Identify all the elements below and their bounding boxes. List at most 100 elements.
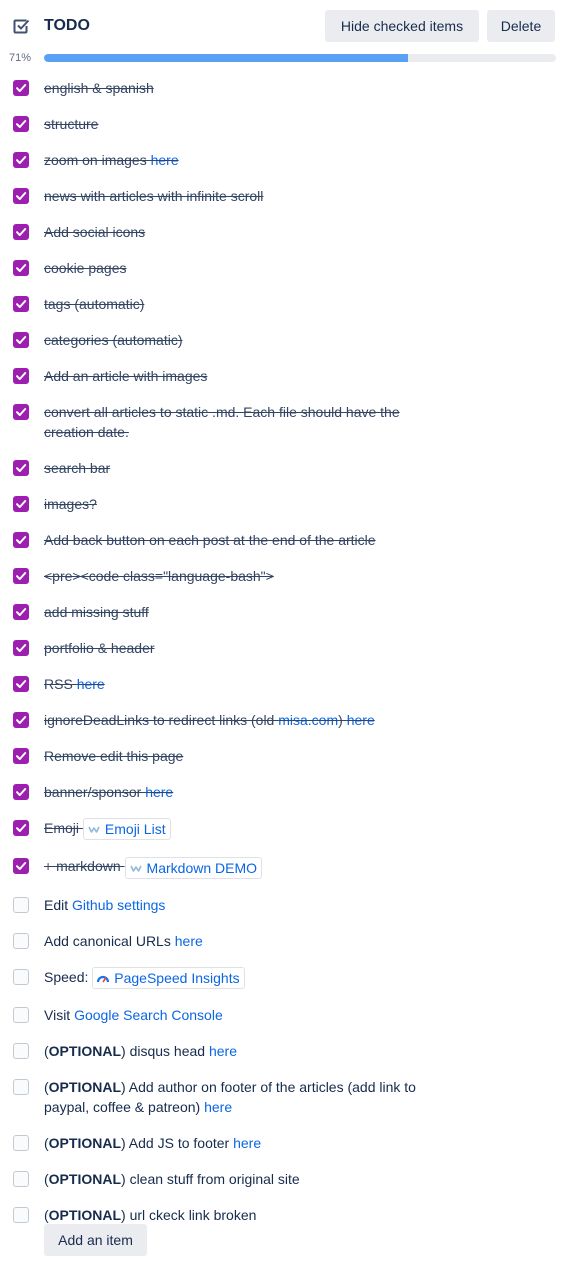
checklist-item[interactable]: Remove edit this page [0,738,564,774]
checklist-item[interactable]: (OPTIONAL) disqus head here [0,1033,564,1069]
checklist-item-text[interactable]: Add social icons [44,222,444,242]
checklist-item-text[interactable]: english & spanish [44,78,444,98]
checklist-item-text[interactable]: Add an article with images [44,366,444,386]
unchecked-checkbox[interactable] [13,1170,29,1187]
checklist-item[interactable]: Add back button on each post at the end … [0,522,564,558]
checklist-item-text[interactable]: (OPTIONAL) clean stuff from original sit… [44,1169,444,1189]
checklist-item-text[interactable]: cookie pages [44,258,444,278]
checked-checkbox[interactable] [13,820,29,836]
checklist-item[interactable]: add missing stuff [0,594,564,630]
checklist-item[interactable]: portfolio & header [0,630,564,666]
checklist-item-text[interactable]: portfolio & header [44,638,444,658]
checklist-item-text[interactable]: (OPTIONAL) url ckeck link broken [44,1205,444,1225]
checked-checkbox[interactable] [13,858,29,875]
checked-checkbox[interactable] [13,368,29,384]
checklist-item[interactable]: news with articles with infinite scroll [0,178,564,214]
checklist-item-text[interactable]: Edit Github settings [44,895,444,915]
checklist-item-text[interactable]: (OPTIONAL) Add JS to footer here [44,1133,444,1153]
checklist-item[interactable]: search bar [0,450,564,486]
checklist-item[interactable]: zoom on images here [0,142,564,178]
checklist-item-text[interactable]: Emoji Emoji List [44,818,444,841]
checklist-item[interactable]: (OPTIONAL) Add JS to footer here [0,1125,564,1161]
checklist-item-text[interactable]: structure [44,114,444,134]
checklist-item[interactable]: RSS here [0,666,564,702]
checked-checkbox[interactable] [13,80,29,96]
unchecked-checkbox[interactable] [13,1206,29,1223]
checklist-item[interactable]: ignoreDeadLinks to redirect links (old m… [0,702,564,738]
checked-checkbox[interactable] [13,532,29,548]
checked-checkbox[interactable] [13,224,29,240]
checklist-item[interactable]: Visit Google Search Console [0,997,564,1033]
checked-checkbox[interactable] [13,188,29,204]
checklist-item[interactable]: (OPTIONAL) clean stuff from original sit… [0,1161,564,1197]
link-card-chip[interactable]: Emoji List [82,818,171,841]
checked-checkbox[interactable] [13,460,29,476]
checklist-item-text[interactable]: news with articles with infinite scroll [44,186,444,206]
link-card-chip[interactable]: Markdown DEMO [124,856,263,879]
link-card-chip[interactable]: PageSpeed Insights [92,966,245,989]
unchecked-checkbox[interactable] [13,968,29,985]
inline-link[interactable]: misa.com [278,712,338,728]
checklist-item-text[interactable]: Add back button on each post at the end … [44,530,444,550]
checklist-item[interactable]: cookie pages [0,250,564,286]
checklist-item[interactable]: categories (automatic) [0,322,564,358]
checklist-item-text[interactable]: Speed: PageSpeed Insights [44,966,444,989]
checklist-item-text[interactable]: zoom on images here [44,150,444,170]
inline-link[interactable]: here [209,1043,237,1059]
checked-checkbox[interactable] [13,784,29,800]
inline-link[interactable]: here [347,712,375,728]
checklist-item-text[interactable]: categories (automatic) [44,330,444,350]
inline-link[interactable]: here [175,933,203,949]
unchecked-checkbox[interactable] [13,1042,29,1059]
checklist-item-text[interactable]: Visit Google Search Console [44,1005,444,1025]
checked-checkbox[interactable] [13,116,29,132]
checked-checkbox[interactable] [13,568,29,584]
checklist-item[interactable]: english & spanish [0,70,564,106]
inline-link[interactable]: Google Search Console [74,1007,223,1023]
checklist-item[interactable]: banner/sponsor here [0,774,564,810]
checklist-item-text[interactable]: Add canonical URLs here [44,931,444,951]
checked-checkbox[interactable] [13,640,29,656]
checked-checkbox[interactable] [13,260,29,276]
checklist-item[interactable]: structure [0,106,564,142]
inline-link[interactable]: here [204,1099,232,1115]
checklist-item[interactable]: Edit Github settings [0,887,564,923]
hide-checked-items-button[interactable]: Hide checked items [325,10,479,42]
checklist-item[interactable]: images? [0,486,564,522]
checklist-item-text[interactable]: (OPTIONAL) Add author on footer of the a… [44,1077,444,1117]
checked-checkbox[interactable] [13,712,29,728]
checklist-item-text[interactable]: <pre><code class="language-bash"> [44,566,444,586]
checklist-item-text[interactable]: tags (automatic) [44,294,444,314]
inline-link[interactable]: here [77,676,105,692]
checklist-item-text[interactable]: banner/sponsor here [44,782,444,802]
checklist-item-text[interactable]: Remove edit this page [44,746,444,766]
checked-checkbox[interactable] [13,152,29,168]
checked-checkbox[interactable] [13,296,29,312]
checklist-item-text[interactable]: ignoreDeadLinks to redirect links (old m… [44,710,444,730]
checklist-item[interactable]: + markdown Markdown DEMO [0,848,564,886]
checklist-item[interactable]: Add social icons [0,214,564,250]
checked-checkbox[interactable] [13,604,29,620]
unchecked-checkbox[interactable] [13,932,29,949]
checklist-item-text[interactable]: + markdown Markdown DEMO [44,856,444,879]
add-item-button[interactable]: Add an item [44,1224,147,1256]
inline-link[interactable]: here [145,784,173,800]
checklist-item[interactable]: tags (automatic) [0,286,564,322]
checklist-item[interactable]: Add an article with images [0,358,564,394]
unchecked-checkbox[interactable] [13,1134,29,1151]
inline-link[interactable]: Github settings [72,897,165,913]
checked-checkbox[interactable] [13,332,29,348]
checklist-item[interactable]: Speed: PageSpeed Insights [0,959,564,997]
checked-checkbox[interactable] [13,404,29,420]
checked-checkbox[interactable] [13,748,29,764]
checklist-item-text[interactable]: search bar [44,458,444,478]
checked-checkbox[interactable] [13,496,29,512]
checklist-item[interactable]: (OPTIONAL) Add author on footer of the a… [0,1069,564,1125]
checklist-item[interactable]: Add canonical URLs here [0,923,564,959]
checklist-item-text[interactable]: images? [44,494,444,514]
unchecked-checkbox[interactable] [13,1078,29,1095]
checked-checkbox[interactable] [13,676,29,692]
unchecked-checkbox[interactable] [13,896,29,913]
checklist-item-text[interactable]: add missing stuff [44,602,444,622]
checklist-item[interactable]: convert all articles to static .md. Each… [0,394,564,450]
